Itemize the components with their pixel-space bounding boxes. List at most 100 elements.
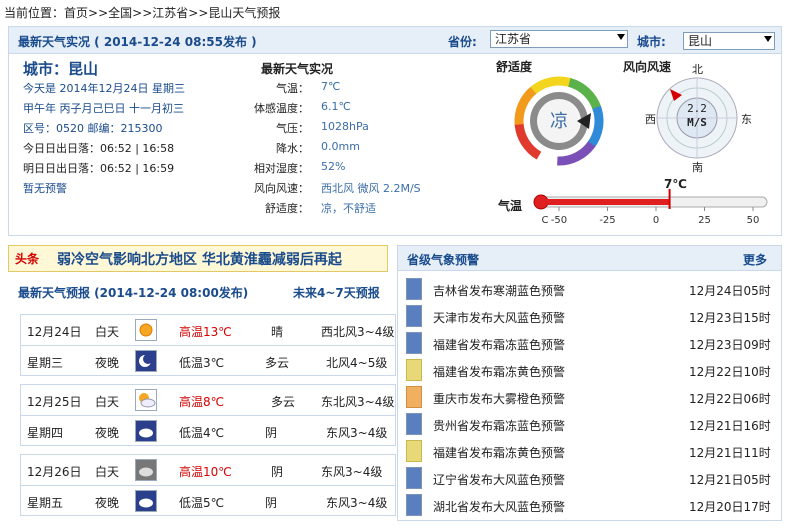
forecast-more-link[interactable]: 未来4~7天预报 — [293, 284, 380, 301]
forecast-temp: 高温8℃ — [179, 395, 225, 409]
chevron-down-icon — [617, 34, 625, 40]
forecast-day: 12月24日 白天 高温13℃ 晴 西北风3~4级 星期三 夜晚 低温3℃ 多云 北风4~5级 — [20, 314, 396, 376]
live-weather-header: 最新天气实况 ( 2014-12-24 08:55发布 ) 省份: 江苏省 城市… — [9, 27, 781, 54]
temp-label: 气温 — [498, 199, 523, 213]
forecast-period: 白天 — [95, 465, 120, 479]
forecast-wind: 东风3~4级 — [326, 496, 388, 510]
live-weather-title: 最新天气实况 ( 2014-12-24 08:55发布 ) — [18, 35, 257, 49]
forecast-night-row: 星期三 夜晚 低温3℃ 多云 北风4~5级 — [21, 346, 395, 376]
city-select-value: 昆山 — [688, 34, 713, 48]
forecast-weather: 多云 — [265, 356, 290, 370]
alert-text[interactable]: 湖北省发布大风蓝色预警 — [433, 498, 565, 515]
obs-label: 相对湿度： — [254, 162, 309, 175]
forecast-night-row: 星期五 夜晚 低温5℃ 阴 东风3~4级 — [21, 486, 395, 516]
city-label: 城市: — [637, 35, 666, 49]
today-sunrise-sunset: 今日日出日落：06:52 | 16:58 — [23, 142, 175, 155]
alert-item[interactable]: 天津市发布大风蓝色预警 12月23日15时 — [406, 304, 776, 331]
alert-text[interactable]: 重庆市发布大雾橙色预警 — [433, 390, 565, 407]
alert-item[interactable]: 重庆市发布大雾橙色预警 12月22日06时 — [406, 385, 776, 412]
forecast-weekday: 星期四 — [27, 426, 64, 440]
alert-text[interactable]: 福建省发布霜冻蓝色预警 — [433, 336, 565, 353]
warning-blue-icon — [406, 332, 422, 354]
headline-tag: 头条 — [15, 252, 40, 266]
forecast-wind: 西北风3~4级 — [321, 325, 395, 339]
alert-text[interactable]: 天津市发布大风蓝色预警 — [433, 309, 565, 326]
comfort-value: 凉 — [550, 111, 568, 132]
forecast-period: 白天 — [95, 325, 120, 339]
breadcrumb-separator: >> — [188, 6, 209, 20]
tomorrow-sunrise-sunset: 明日日出日落：06:52 | 16:59 — [23, 162, 175, 175]
headline-bar: 头条 弱冷空气影响北方地区 华北黄淮霾减弱后再起 — [8, 245, 388, 272]
warning-blue-icon — [406, 494, 422, 516]
breadcrumb-separator: >> — [132, 6, 153, 20]
forecast-date: 12月24日 — [27, 325, 82, 339]
forecast-day: 12月25日 白天 高温8℃ 多云 东北风3~4级 星期四 夜晚 低温4℃ 阴 东风3~4级 — [20, 384, 396, 446]
obs-title: 最新天气实况 — [261, 62, 334, 76]
thermometer-tick-label: C — [542, 215, 549, 226]
forecast-temp: 低温3℃ — [179, 356, 225, 370]
alert-date: 12月21日16时 — [689, 419, 771, 433]
chevron-down-icon — [764, 36, 772, 42]
forecast-temp: 高温13℃ — [179, 325, 232, 339]
breadcrumb-province-link[interactable]: 江苏省 — [152, 6, 188, 20]
alert-date: 12月21日11时 — [689, 446, 771, 460]
breadcrumb-separator: >> — [88, 6, 109, 20]
alert-text[interactable]: 福建省发布霜冻黄色预警 — [433, 444, 565, 461]
forecast-day-row: 12月24日 白天 高温13℃ 晴 西北风3~4级 — [21, 315, 395, 346]
alert-item[interactable]: 吉林省发布寒潮蓝色预警 12月24日05时 — [406, 277, 776, 304]
breadcrumb-current: 昆山天气预报 — [208, 6, 281, 20]
alert-text[interactable]: 吉林省发布寒潮蓝色预警 — [433, 282, 565, 299]
forecast-temp: 低温4℃ — [179, 426, 225, 440]
alert-date: 12月23日15时 — [689, 311, 771, 325]
warning-yellow-icon — [406, 359, 422, 381]
live-weather-panel: 最新天气实况 ( 2014-12-24 08:55发布 ) 省份: 江苏省 城市… — [8, 26, 782, 236]
obs-value: 52% — [321, 160, 346, 173]
warning-blue-icon — [406, 467, 422, 489]
breadcrumb-home-link[interactable]: 首页 — [64, 6, 88, 20]
alert-text[interactable]: 辽宁省发布大风蓝色预警 — [433, 471, 565, 488]
warning-yellow-icon — [406, 440, 422, 462]
alert-item[interactable]: 福建省发布霜冻黄色预警 12月22日10时 — [406, 358, 776, 385]
obs-value: 0.0mm — [321, 140, 360, 153]
city-select[interactable]: 昆山 — [683, 32, 775, 50]
obs-value: 凉，不舒适 — [321, 202, 376, 215]
province-select[interactable]: 江苏省 — [490, 30, 628, 48]
province-select-value: 江苏省 — [495, 32, 532, 46]
today-date: 今天是 2014年12月24日 星期三 — [23, 82, 185, 95]
forecast-date: 12月25日 — [27, 395, 82, 409]
warning-blue-icon — [406, 278, 422, 300]
obs-label: 风向风速： — [254, 182, 309, 195]
alert-item[interactable]: 湖北省发布大风蓝色预警 12月20日17时 — [406, 493, 776, 520]
compass-south: 南 — [692, 161, 703, 174]
forecast-wind: 东风3~4级 — [321, 465, 383, 479]
breadcrumb-country-link[interactable]: 全国 — [108, 6, 132, 20]
headline-link[interactable]: 弱冷空气影响北方地区 华北黄淮霾减弱后再起 — [57, 249, 342, 269]
thermometer-tick-label: 50 — [747, 215, 760, 226]
alert-text[interactable]: 贵州省发布霜冻蓝色预警 — [433, 417, 565, 434]
city-name: 城市：昆山 — [23, 60, 99, 78]
alert-item[interactable]: 贵州省发布霜冻蓝色预警 12月21日16时 — [406, 412, 776, 439]
forecast-day: 12月26日 白天 高温10℃ 阴东风3~4级 星期五 夜晚 低温5℃ 阴东风3~4级 — [20, 454, 396, 516]
warning-blue-icon — [406, 305, 422, 327]
obs-label: 舒适度： — [265, 202, 309, 215]
overcast-icon — [135, 459, 157, 481]
obs-value: 西北风 微风 2.2M/S — [321, 182, 421, 195]
forecast-wind: 东风3~4级 — [326, 426, 388, 440]
alert-text[interactable]: 福建省发布霜冻黄色预警 — [433, 363, 565, 380]
alert-item[interactable]: 辽宁省发布大风蓝色预警 12月21日05时 — [406, 466, 776, 493]
thermometer-fill — [541, 199, 670, 205]
moon-icon — [135, 350, 157, 372]
breadcrumb: 当前位置：首页>>全国>>江苏省>>昆山天气预报 — [4, 4, 280, 21]
forecast-weather: 晴 — [271, 325, 284, 339]
alert-item[interactable]: 福建省发布霜冻蓝色预警 12月23日09时 — [406, 331, 776, 358]
thermometer-tick-label: -25 — [599, 215, 615, 226]
alert-date: 12月23日09时 — [689, 338, 771, 352]
warning-blue-icon — [406, 413, 422, 435]
obs-value: 6.1℃ — [321, 100, 351, 113]
warning-status[interactable]: 暂无预警 — [23, 180, 67, 196]
forecast-date: 12月26日 — [27, 465, 82, 479]
forecast-period: 夜晚 — [95, 426, 120, 440]
alert-item[interactable]: 福建省发布霜冻黄色预警 12月21日11时 — [406, 439, 776, 466]
alerts-more-link[interactable]: 更多 — [743, 251, 767, 268]
forecast-temp: 高温10℃ — [179, 465, 232, 479]
